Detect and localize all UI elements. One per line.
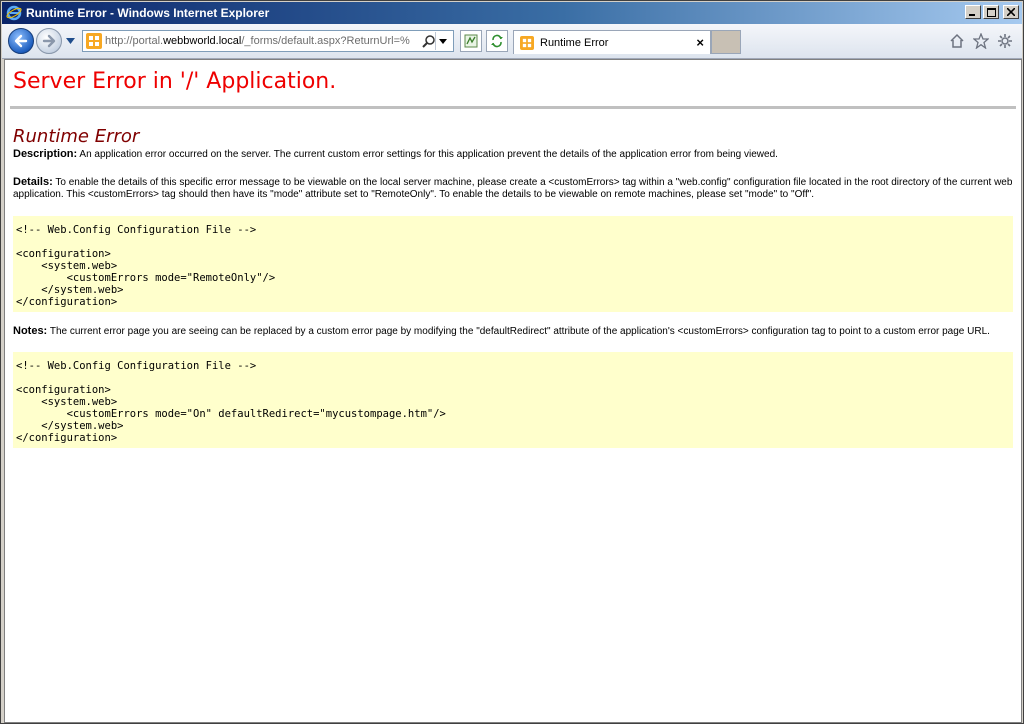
tab-label: Runtime Error bbox=[540, 36, 609, 49]
divider bbox=[10, 106, 1016, 109]
star-icon[interactable] bbox=[972, 32, 990, 50]
back-arrow-icon bbox=[14, 34, 28, 48]
home-icon[interactable] bbox=[948, 32, 966, 50]
ie-logo-icon bbox=[6, 5, 22, 21]
page-title: Server Error in '/' Application. bbox=[13, 69, 337, 94]
refresh-icon bbox=[491, 34, 503, 48]
recent-pages-dropdown[interactable] bbox=[65, 36, 75, 46]
forward-arrow-icon bbox=[42, 34, 56, 48]
url-suffix: /_forms/default.aspx?ReturnUrl=% bbox=[241, 35, 410, 47]
new-tab-button[interactable] bbox=[711, 30, 741, 54]
title-bar: Runtime Error - Windows Internet Explore… bbox=[2, 2, 1022, 24]
description-paragraph: Description: An application error occurr… bbox=[13, 148, 1013, 162]
notes-label: Notes: bbox=[13, 324, 48, 337]
address-url[interactable]: http://portal.webbworld.local/_forms/def… bbox=[105, 35, 421, 47]
chevron-down-icon bbox=[439, 38, 447, 44]
compatibility-view-icon bbox=[464, 34, 478, 48]
window-title: Runtime Error - Windows Internet Explore… bbox=[26, 6, 270, 20]
description-label: Description: bbox=[13, 148, 78, 160]
navigation-bar: http://portal.webbworld.local/_forms/def… bbox=[2, 24, 1022, 59]
config-code-block-2: <!-- Web.Config Configuration File --> <… bbox=[13, 352, 1013, 448]
description-text: An application error occurred on the ser… bbox=[79, 149, 778, 160]
details-paragraph: Details: To enable the details of this s… bbox=[13, 176, 1013, 202]
search-icon[interactable] bbox=[421, 34, 435, 48]
forward-button[interactable] bbox=[36, 28, 62, 54]
address-dropdown-button[interactable] bbox=[435, 32, 450, 50]
close-tab-icon[interactable]: × bbox=[696, 35, 704, 50]
tab-runtime-error[interactable]: Runtime Error × bbox=[513, 30, 711, 54]
address-bar[interactable]: http://portal.webbworld.local/_forms/def… bbox=[82, 30, 454, 52]
site-favicon-icon bbox=[86, 33, 102, 49]
notes-paragraph: Notes: The current error page you are se… bbox=[13, 325, 1013, 339]
minimize-button[interactable] bbox=[965, 5, 981, 19]
details-label: Details: bbox=[13, 175, 53, 188]
command-icons bbox=[948, 32, 1014, 50]
url-prefix: http://portal. bbox=[105, 35, 164, 47]
gear-icon[interactable] bbox=[996, 32, 1014, 50]
error-heading: Runtime Error bbox=[13, 126, 140, 147]
chevron-down-icon bbox=[65, 38, 75, 44]
page-content: Server Error in '/' Application. Runtime… bbox=[4, 59, 1022, 723]
back-button[interactable] bbox=[8, 28, 34, 54]
site-favicon-icon bbox=[520, 35, 534, 50]
details-text: To enable the details of this specific e… bbox=[13, 176, 1013, 201]
close-window-button[interactable] bbox=[1003, 5, 1019, 19]
config-code-block-1: <!-- Web.Config Configuration File --> <… bbox=[13, 215, 1013, 312]
compatibility-view-button[interactable] bbox=[460, 30, 482, 52]
window-controls bbox=[965, 5, 1019, 19]
refresh-button[interactable] bbox=[486, 30, 508, 52]
browser-window: Runtime Error - Windows Internet Explore… bbox=[0, 0, 1024, 724]
maximize-button[interactable] bbox=[983, 5, 999, 19]
notes-text: The current error page you are seeing ca… bbox=[49, 325, 990, 337]
url-host: webbworld.local bbox=[163, 35, 242, 47]
